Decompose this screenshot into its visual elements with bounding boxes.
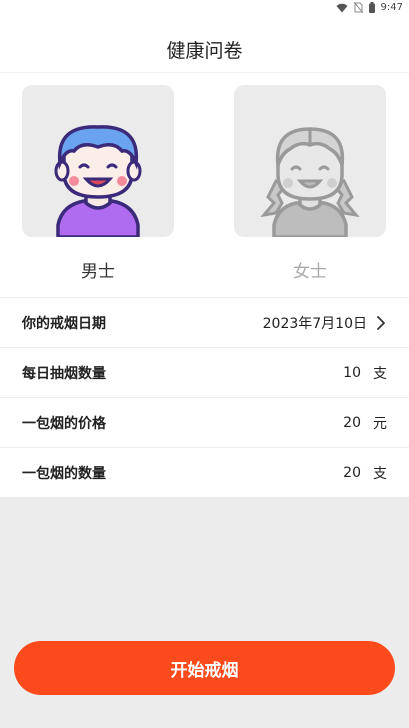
no-sim-icon xyxy=(353,2,363,13)
quit-date-row[interactable]: 你的戒烟日期 2023年7月10日 xyxy=(0,297,409,347)
female-label[interactable]: 女士 xyxy=(234,257,386,282)
pack-price-unit: 元 xyxy=(373,415,387,432)
pack-count-label: 一包烟的数量 xyxy=(22,465,106,482)
wifi-icon xyxy=(336,3,348,13)
pack-count-row[interactable]: 一包烟的数量 20 支 xyxy=(0,447,409,497)
clock-time: 9:47 xyxy=(380,2,403,13)
male-avatar-option[interactable] xyxy=(22,85,174,237)
quit-date-value[interactable]: 2023年7月10日 xyxy=(263,313,367,333)
male-label[interactable]: 男士 xyxy=(22,257,174,282)
battery-icon xyxy=(368,2,375,13)
daily-cigarettes-unit: 支 xyxy=(373,365,387,382)
female-avatar-icon xyxy=(260,127,360,237)
chevron-right-icon[interactable] xyxy=(375,315,387,331)
pack-price-label: 一包烟的价格 xyxy=(22,415,106,432)
questionnaire-form: 你的戒烟日期 2023年7月10日 每日抽烟数量 10 支 一包烟的价格 20 … xyxy=(0,297,409,497)
daily-cigarettes-label: 每日抽烟数量 xyxy=(22,365,106,382)
pack-price-value[interactable]: 20 xyxy=(343,415,361,431)
pack-price-row[interactable]: 一包烟的价格 20 元 xyxy=(0,397,409,447)
male-avatar-icon xyxy=(54,125,142,237)
female-avatar-option[interactable] xyxy=(234,85,386,237)
start-quitting-button[interactable]: 开始戒烟 xyxy=(14,641,395,695)
status-bar: 9:47 xyxy=(0,0,409,22)
page-title: 健康问卷 xyxy=(166,40,243,62)
pack-count-value[interactable]: 20 xyxy=(343,465,361,481)
daily-cigarettes-row[interactable]: 每日抽烟数量 10 支 xyxy=(0,347,409,397)
header-divider xyxy=(0,72,409,73)
quit-date-label: 你的戒烟日期 xyxy=(22,315,106,332)
daily-cigarettes-value[interactable]: 10 xyxy=(343,365,361,381)
content-panel: 9:47 健康问卷 男士 女士 你的戒烟日期 2023年7月10日 每日抽烟数量… xyxy=(0,0,409,497)
pack-count-unit: 支 xyxy=(373,465,387,482)
